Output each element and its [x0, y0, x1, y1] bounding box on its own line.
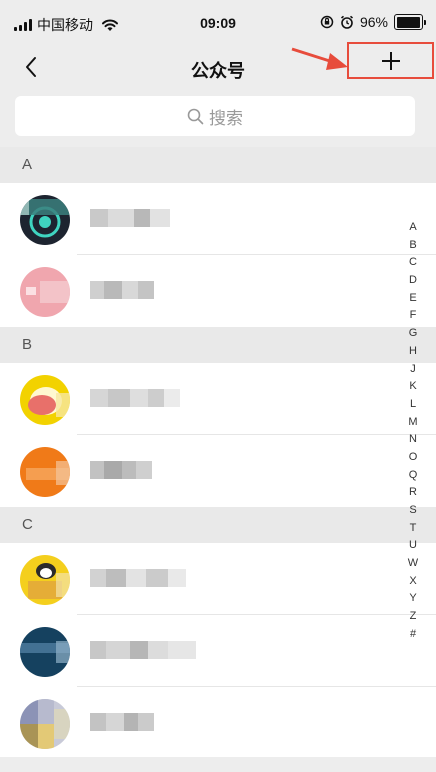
index-letter[interactable]: D: [404, 272, 422, 290]
index-letter[interactable]: N: [404, 431, 422, 449]
index-letter[interactable]: C: [404, 254, 422, 272]
section-header-b: B: [0, 327, 436, 363]
index-letter[interactable]: X: [404, 573, 422, 591]
section-header-a: A: [0, 147, 436, 183]
account-name-redacted: [90, 209, 170, 227]
index-letter[interactable]: F: [404, 307, 422, 325]
index-letter[interactable]: K: [404, 378, 422, 396]
avatar: [20, 195, 70, 245]
list-item[interactable]: [0, 255, 436, 327]
battery-icon: [394, 14, 426, 30]
avatar: [20, 699, 70, 749]
search-icon: [187, 108, 204, 124]
account-name-redacted: [90, 461, 152, 479]
navigation-bar: 公众号: [0, 42, 436, 88]
avatar: [20, 555, 70, 605]
index-letter[interactable]: R: [404, 484, 422, 502]
list-item[interactable]: [0, 435, 436, 507]
list-item[interactable]: [0, 363, 436, 435]
index-letter[interactable]: A: [404, 219, 422, 237]
index-letter[interactable]: O: [404, 449, 422, 467]
account-name-redacted: [90, 389, 180, 407]
list-item[interactable]: [0, 183, 436, 255]
account-name-redacted: [90, 569, 186, 587]
status-bar: 中国移动 09:09 96%: [0, 0, 436, 46]
plus-icon: [381, 51, 400, 70]
section-header-c: C: [0, 507, 436, 543]
index-letter[interactable]: #: [404, 626, 422, 644]
list-item[interactable]: [0, 615, 436, 687]
avatar: [20, 447, 70, 497]
account-name-redacted: [90, 281, 154, 299]
index-letter[interactable]: E: [404, 290, 422, 308]
index-letter[interactable]: Z: [404, 608, 422, 626]
index-letter[interactable]: J: [404, 361, 422, 379]
alphabet-index[interactable]: A B C D E F G H J K L M N O Q R S T U W …: [404, 219, 422, 644]
alarm-icon: [340, 15, 353, 29]
list-item[interactable]: [0, 687, 436, 757]
battery-percent: 96%: [359, 14, 388, 30]
index-letter[interactable]: G: [404, 325, 422, 343]
add-button[interactable]: [347, 42, 434, 79]
index-letter[interactable]: M: [404, 414, 422, 432]
list-item[interactable]: [0, 543, 436, 615]
index-letter[interactable]: S: [404, 502, 422, 520]
index-letter[interactable]: U: [404, 537, 422, 555]
index-letter[interactable]: Y: [404, 590, 422, 608]
index-letter[interactable]: B: [404, 237, 422, 255]
search-placeholder: 搜索: [209, 108, 243, 128]
index-letter[interactable]: H: [404, 343, 422, 361]
index-letter[interactable]: Q: [404, 467, 422, 485]
index-letter[interactable]: T: [404, 520, 422, 538]
index-letter[interactable]: L: [404, 396, 422, 414]
avatar: [20, 627, 70, 677]
annotation-arrow-icon: [291, 47, 348, 70]
account-name-redacted: [90, 641, 196, 659]
avatar: [20, 267, 70, 317]
avatar: [20, 375, 70, 425]
index-letter[interactable]: W: [404, 555, 422, 573]
search-input[interactable]: 搜索: [15, 96, 415, 136]
account-name-redacted: [90, 713, 154, 731]
orientation-lock-icon: [320, 15, 334, 29]
